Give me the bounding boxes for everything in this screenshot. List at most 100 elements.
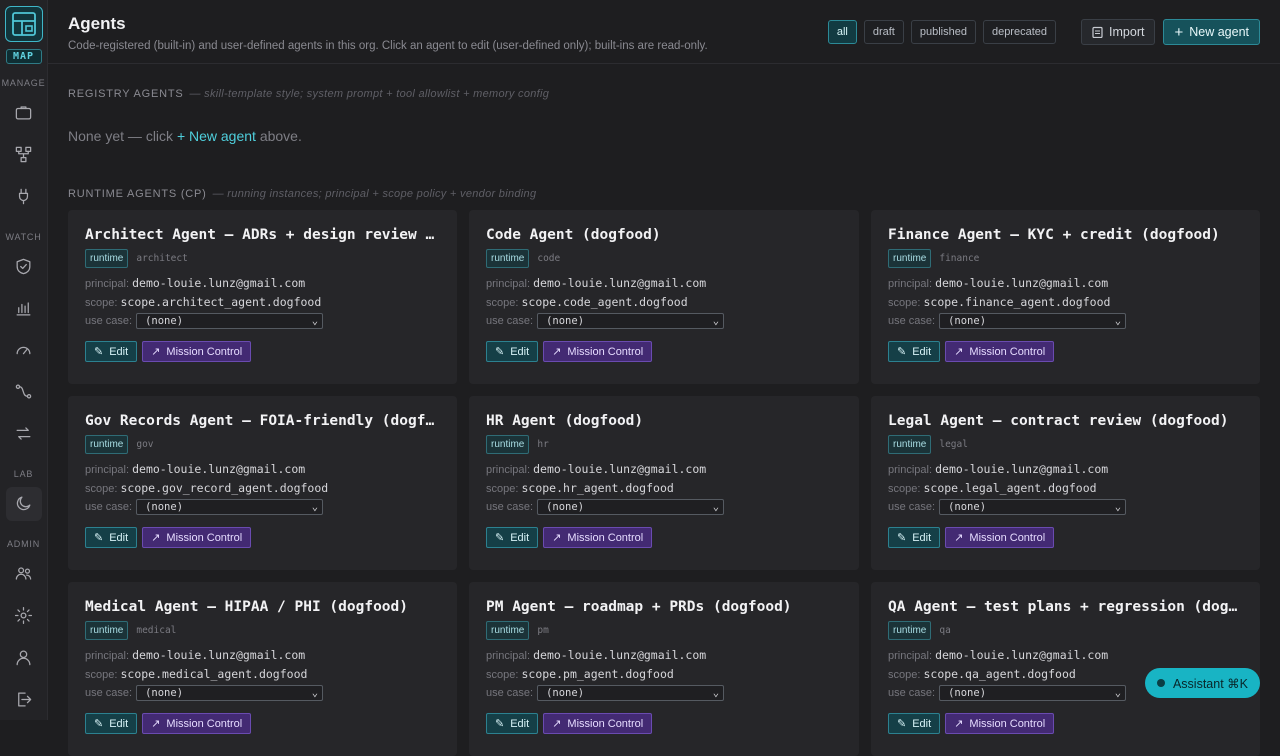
header-actions: Import + New agent bbox=[1081, 19, 1260, 45]
use-case-select[interactable]: (none)⌄ bbox=[136, 499, 323, 515]
edit-label: Edit bbox=[510, 346, 529, 358]
edit-button[interactable]: ✎Edit bbox=[888, 713, 940, 734]
status-dot-icon bbox=[1157, 679, 1165, 687]
runtime-badge: runtime bbox=[85, 249, 128, 268]
agent-name[interactable]: Legal Agent — contract review (dogfood) bbox=[888, 413, 1243, 429]
pencil-icon: ✎ bbox=[495, 345, 504, 358]
sidebar-item-route[interactable] bbox=[6, 375, 42, 409]
use-case-value: (none) bbox=[145, 687, 183, 699]
chevron-down-icon: ⌄ bbox=[312, 501, 318, 513]
sidebar-item-profile[interactable] bbox=[6, 640, 42, 674]
app-logo[interactable] bbox=[5, 6, 43, 42]
filter-all[interactable]: all bbox=[828, 20, 857, 44]
agent-card[interactable]: Code Agent (dogfood) runtimecode princip… bbox=[469, 210, 859, 384]
mission-control-button[interactable]: ↗Mission Control bbox=[945, 713, 1054, 734]
registry-section-title: REGISTRY AGENTS— skill-template style; s… bbox=[68, 88, 1260, 100]
agent-name[interactable]: Code Agent (dogfood) bbox=[486, 227, 842, 243]
use-case-select[interactable]: (none)⌄ bbox=[136, 685, 323, 701]
use-case-select[interactable]: (none)⌄ bbox=[537, 499, 724, 515]
arrow-up-right-icon: ↗ bbox=[552, 345, 561, 358]
scope-label: scope: bbox=[888, 669, 920, 681]
agents-content: REGISTRY AGENTS— skill-template style; s… bbox=[48, 88, 1280, 756]
plug-icon bbox=[14, 187, 33, 206]
use-case-select[interactable]: (none)⌄ bbox=[537, 685, 724, 701]
edit-label: Edit bbox=[109, 346, 128, 358]
agent-card[interactable]: Finance Agent — KYC + credit (dogfood) r… bbox=[871, 210, 1260, 384]
edit-button[interactable]: ✎Edit bbox=[85, 341, 137, 362]
sidebar-item-gauge[interactable] bbox=[6, 333, 42, 367]
mission-control-label: Mission Control bbox=[166, 346, 242, 358]
scope-label: scope: bbox=[486, 483, 518, 495]
sidebar-item-lab[interactable] bbox=[6, 487, 42, 521]
agent-card[interactable]: Gov Records Agent — FOIA-friendly (dogfo… bbox=[68, 396, 457, 570]
scope-value: scope.pm_agent.dogfood bbox=[521, 667, 673, 681]
use-case-value: (none) bbox=[948, 315, 986, 327]
edit-button[interactable]: ✎Edit bbox=[85, 527, 137, 548]
edit-label: Edit bbox=[510, 718, 529, 730]
new-agent-button[interactable]: + New agent bbox=[1163, 19, 1260, 45]
sidebar-item-users[interactable] bbox=[6, 557, 42, 591]
sidebar-item-analytics[interactable] bbox=[6, 291, 42, 325]
use-case-select[interactable]: (none)⌄ bbox=[537, 313, 724, 329]
agent-name[interactable]: PM Agent — roadmap + PRDs (dogfood) bbox=[486, 599, 842, 615]
use-case-value: (none) bbox=[546, 687, 584, 699]
filter-deprecated[interactable]: deprecated bbox=[983, 20, 1056, 44]
arrow-up-right-icon: ↗ bbox=[552, 717, 561, 730]
sidebar-item-swap[interactable] bbox=[6, 417, 42, 451]
use-case-label: use case: bbox=[486, 315, 533, 327]
scope-label: scope: bbox=[486, 669, 518, 681]
edit-button[interactable]: ✎Edit bbox=[888, 341, 940, 362]
use-case-select[interactable]: (none)⌄ bbox=[136, 313, 323, 329]
mission-control-button[interactable]: ↗Mission Control bbox=[543, 713, 652, 734]
agent-name[interactable]: HR Agent (dogfood) bbox=[486, 413, 842, 429]
use-case-select[interactable]: (none)⌄ bbox=[939, 313, 1126, 329]
mission-control-button[interactable]: ↗Mission Control bbox=[142, 713, 251, 734]
agent-card[interactable]: PM Agent — roadmap + PRDs (dogfood) runt… bbox=[469, 582, 859, 756]
mission-control-button[interactable]: ↗Mission Control bbox=[543, 527, 652, 548]
mission-control-button[interactable]: ↗Mission Control bbox=[945, 341, 1054, 362]
agent-name[interactable]: QA Agent — test plans + regression (dogf… bbox=[888, 599, 1243, 615]
arrow-up-right-icon: ↗ bbox=[552, 531, 561, 544]
use-case-select[interactable]: (none)⌄ bbox=[939, 685, 1126, 701]
agent-card[interactable]: Architect Agent — ADRs + design review (… bbox=[68, 210, 457, 384]
assistant-button[interactable]: Assistant ⌘K bbox=[1145, 668, 1260, 698]
agent-name[interactable]: Architect Agent — ADRs + design review (… bbox=[85, 227, 440, 243]
pencil-icon: ✎ bbox=[495, 531, 504, 544]
edit-button[interactable]: ✎ Edit bbox=[486, 341, 538, 362]
agent-name[interactable]: Gov Records Agent — FOIA-friendly (dogfo… bbox=[85, 413, 440, 429]
sidebar-item-hierarchy[interactable] bbox=[6, 138, 42, 172]
agent-name[interactable]: Finance Agent — KYC + credit (dogfood) bbox=[888, 227, 1243, 243]
sidebar-item-settings[interactable] bbox=[6, 598, 42, 632]
edit-button[interactable]: ✎Edit bbox=[888, 527, 940, 548]
edit-label: Edit bbox=[912, 718, 931, 730]
mission-control-button[interactable]: ↗Mission Control bbox=[945, 527, 1054, 548]
edit-button[interactable]: ✎Edit bbox=[85, 713, 137, 734]
edit-button[interactable]: ✎Edit bbox=[486, 713, 538, 734]
edit-button[interactable]: ✎Edit bbox=[486, 527, 538, 548]
scope-label: scope: bbox=[85, 297, 117, 309]
sidebar-item-briefcase[interactable] bbox=[6, 96, 42, 130]
mission-control-button[interactable]: ↗Mission Control bbox=[543, 341, 652, 362]
sidebar-item-plug[interactable] bbox=[6, 180, 42, 214]
agent-card[interactable]: HR Agent (dogfood) runtimehr principal: … bbox=[469, 396, 859, 570]
use-case-label: use case: bbox=[888, 687, 935, 699]
agent-kind: hr bbox=[537, 439, 548, 450]
agent-kind: gov bbox=[136, 439, 153, 450]
principal-value: demo-louie.lunz@gmail.com bbox=[533, 276, 706, 290]
sidebar-item-logout[interactable] bbox=[6, 682, 42, 716]
mission-control-button[interactable]: ↗Mission Control bbox=[142, 341, 251, 362]
principal-value: demo-louie.lunz@gmail.com bbox=[132, 462, 305, 476]
use-case-select[interactable]: (none)⌄ bbox=[939, 499, 1126, 515]
filter-draft[interactable]: draft bbox=[864, 20, 904, 44]
agent-card[interactable]: Legal Agent — contract review (dogfood) … bbox=[871, 396, 1260, 570]
sidebar-item-shield[interactable] bbox=[6, 250, 42, 284]
chevron-down-icon: ⌄ bbox=[1115, 501, 1121, 513]
filter-published[interactable]: published bbox=[911, 20, 976, 44]
agent-card[interactable]: Medical Agent — HIPAA / PHI (dogfood) ru… bbox=[68, 582, 457, 756]
new-agent-label: New agent bbox=[1189, 25, 1249, 39]
empty-new-agent-link[interactable]: + New agent bbox=[177, 128, 256, 144]
agent-name[interactable]: Medical Agent — HIPAA / PHI (dogfood) bbox=[85, 599, 440, 615]
import-button[interactable]: Import bbox=[1081, 19, 1155, 45]
agent-kind: qa bbox=[939, 625, 950, 636]
mission-control-button[interactable]: ↗Mission Control bbox=[142, 527, 251, 548]
